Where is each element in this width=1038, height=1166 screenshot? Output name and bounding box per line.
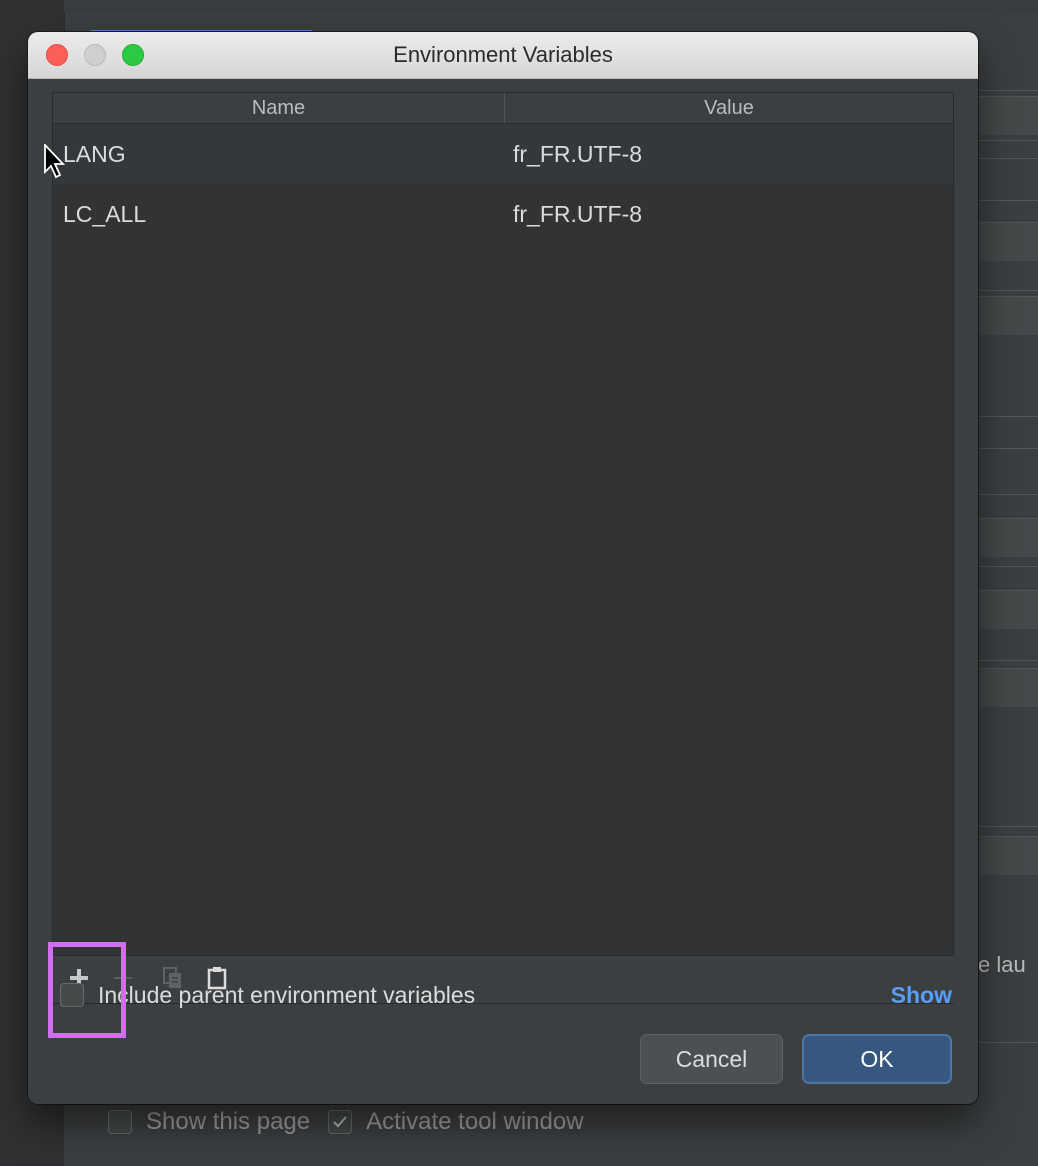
ide-truncated-label: e lau [978,952,1026,977]
variable-name-cell[interactable]: LANG [53,141,505,168]
ide-form-field[interactable] [978,590,1038,629]
show-this-page-label: Show this page [146,1108,311,1135]
table-header: Name Value [53,93,953,124]
variable-name-cell[interactable]: LC_ALL [53,201,505,228]
column-header-name[interactable]: Name [53,93,505,123]
ide-field-divider [978,90,1038,91]
check-icon [333,1116,347,1128]
ide-field-divider [978,290,1038,291]
ide-field-divider [978,140,1038,141]
ide-field-divider [978,826,1038,827]
ok-button[interactable]: OK [802,1034,952,1084]
environment-variables-table[interactable]: Name Value LANG fr_FR.UTF-8 LC_ALL fr_FR… [52,92,954,956]
dialog-title: Environment Variables [393,42,613,67]
ide-field-divider [978,448,1038,449]
ide-bottom-options: Show this page Activate tool window [108,1108,602,1136]
environment-variables-dialog: Environment Variables Name Value LANG fr… [28,32,978,1104]
ide-form-field[interactable] [978,222,1038,261]
ide-field-divider [978,660,1038,661]
ide-form-field[interactable] [978,518,1038,557]
highlight-annotation-box [48,942,126,1038]
ide-field-divider [978,158,1038,159]
ide-form-field[interactable] [978,96,1038,135]
table-row[interactable]: LC_ALL fr_FR.UTF-8 [53,184,953,244]
activate-tool-window-checkbox[interactable] [328,1110,353,1134]
ide-form-field[interactable] [978,836,1038,875]
show-this-page-checkbox[interactable] [108,1110,132,1134]
ide-field-divider [978,566,1038,567]
column-header-value[interactable]: Value [505,93,953,123]
ide-field-divider [978,416,1038,417]
table-row[interactable]: LANG fr_FR.UTF-8 [53,124,953,184]
ide-active-tab-indicator [90,0,312,33]
mouse-cursor-icon [44,144,66,179]
show-parent-variables-link[interactable]: Show [891,982,952,1009]
ide-field-divider [978,494,1038,495]
ide-form-field[interactable] [978,296,1038,335]
variable-value-cell[interactable]: fr_FR.UTF-8 [505,201,953,228]
variable-value-cell[interactable]: fr_FR.UTF-8 [505,141,953,168]
activate-tool-window-label: Activate tool window [366,1108,584,1135]
dialog-titlebar[interactable]: Environment Variables [28,32,978,79]
ide-form-field[interactable] [978,668,1038,707]
cancel-button[interactable]: Cancel [640,1034,783,1084]
include-parent-label: Include parent environment variables [98,981,476,1008]
ide-field-divider [978,200,1038,201]
